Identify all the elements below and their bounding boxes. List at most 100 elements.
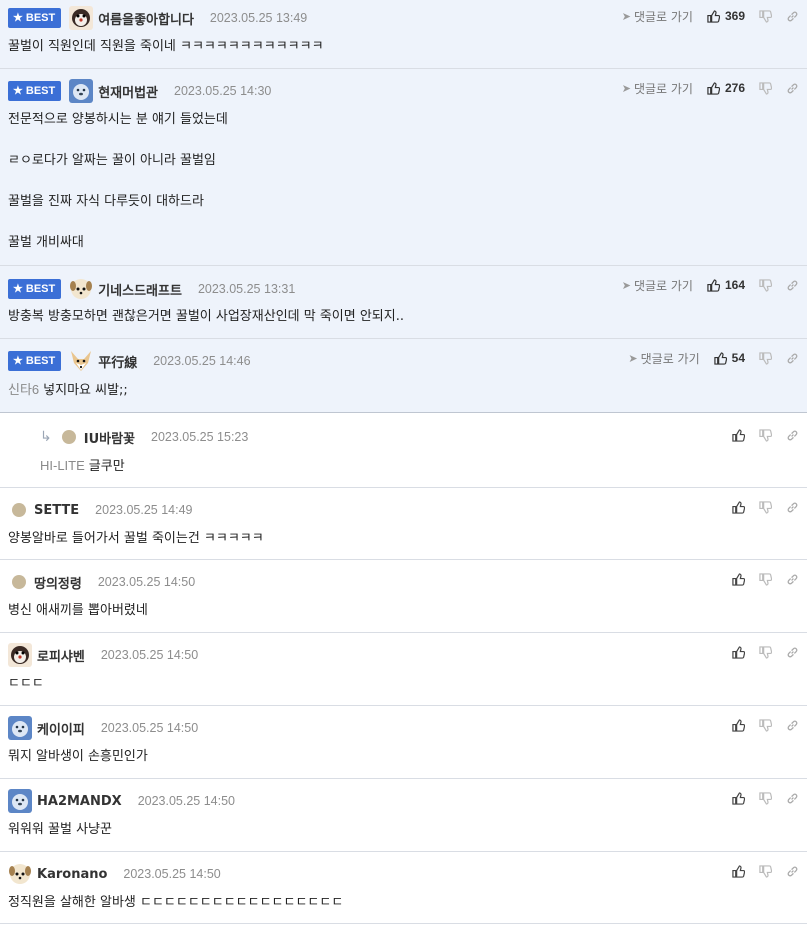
- timestamp: 2023.05.25 14:50: [97, 575, 196, 589]
- timestamp: 2023.05.25 14:50: [100, 721, 199, 735]
- best-comment: ★ BEST 여름을좋아합니다 2023.05.25 13:49 ➤ 댓글로 가기 …: [0, 0, 807, 69]
- nickname[interactable]: 로피샤벤: [37, 646, 85, 665]
- nickname[interactable]: Karonano: [37, 867, 107, 882]
- avatar[interactable]: [61, 430, 76, 444]
- link-icon[interactable]: [786, 792, 799, 805]
- nickname[interactable]: 케이이피: [37, 719, 85, 738]
- reply-target[interactable]: 신타6: [8, 382, 39, 397]
- thumbs-up-icon: [713, 351, 727, 365]
- nickname[interactable]: 平行線: [98, 352, 137, 371]
- nickname[interactable]: SETTE: [34, 503, 79, 518]
- link-icon[interactable]: [786, 573, 799, 586]
- thumbs-down-icon[interactable]: [759, 278, 772, 292]
- thumbs-down-icon[interactable]: [759, 718, 772, 732]
- thumbs-up-icon[interactable]: [732, 645, 745, 659]
- link-icon[interactable]: [786, 279, 799, 292]
- avatar[interactable]: [12, 503, 26, 517]
- like-button[interactable]: 369: [707, 9, 745, 23]
- avatar[interactable]: [8, 643, 32, 667]
- comment-body: 정직원을 살해한 알바생 ㄷㄷㄷㄷㄷㄷㄷㄷㄷㄷㄷㄷㄷㄷㄷㄷㄷ: [8, 895, 344, 910]
- goto-comment-link[interactable]: ➤ 댓글로 가기: [628, 350, 699, 367]
- avatar[interactable]: [69, 349, 93, 373]
- star-icon: ★: [13, 355, 23, 367]
- avatar[interactable]: [8, 862, 32, 886]
- link-icon[interactable]: [786, 10, 799, 23]
- best-comment: ★ BEST 현재머법관 2023.05.25 14:30 ➤ 댓글로 가기 276…: [0, 69, 807, 266]
- timestamp: 2023.05.25 14:30: [174, 84, 272, 98]
- comment-body: 꿀벌이 직원인데 직원을 죽이네 ㅋㅋㅋㅋㅋㅋㅋㅋㅋㅋㅋㅋ: [8, 39, 324, 54]
- comment-body: ㄷㄷㄷ: [8, 676, 44, 691]
- thumbs-down-icon[interactable]: [759, 572, 772, 586]
- best-badge: ★ BEST: [8, 81, 62, 101]
- comment: 땅의정령 2023.05.25 14:50 병신 애새끼를 뽑아버렸네: [0, 560, 807, 633]
- like-button[interactable]: 164: [707, 278, 745, 292]
- comment-body: 전문적으로 양봉하시는 분 얘기 들었는데 ㄹㅇ로다가 알짜는 꿀이 아니라 꿀…: [8, 112, 228, 250]
- thumbs-up-icon[interactable]: [732, 428, 745, 442]
- thumbs-down-icon[interactable]: [759, 9, 772, 23]
- timestamp: 2023.05.25 14:50: [100, 648, 199, 662]
- reply-arrow-icon: ↳: [40, 429, 52, 445]
- divider: [0, 412, 807, 413]
- nickname[interactable]: IU바람꽃: [84, 428, 135, 447]
- best-badge: ★ BEST: [8, 8, 62, 28]
- link-icon[interactable]: [786, 352, 799, 365]
- thumbs-down-icon[interactable]: [759, 791, 772, 805]
- star-icon: ★: [13, 12, 23, 24]
- link-icon[interactable]: [786, 429, 799, 442]
- nickname[interactable]: 기네스드래프트: [98, 280, 182, 299]
- avatar[interactable]: [69, 6, 94, 30]
- link-icon[interactable]: [786, 82, 799, 95]
- link-icon[interactable]: [786, 646, 799, 659]
- avatar[interactable]: [69, 277, 93, 301]
- comment: 케이이피 2023.05.25 14:50 뭐지 알바생이 손흥민인가: [0, 706, 807, 779]
- best-badge: ★ BEST: [8, 279, 62, 299]
- thumbs-up-icon: [707, 81, 720, 95]
- avatar[interactable]: [8, 789, 32, 813]
- link-icon[interactable]: [786, 501, 799, 514]
- link-icon[interactable]: [786, 865, 799, 878]
- thumbs-down-icon[interactable]: [759, 864, 772, 878]
- comment-body: 병신 애새끼를 뽑아버렸네: [8, 603, 148, 618]
- comment-body: 양봉알바로 들어가서 꿀벌 죽이는건 ㅋㅋㅋㅋㅋ: [8, 531, 264, 546]
- send-arrow-icon: ➤: [628, 351, 638, 365]
- thumbs-up-icon: [707, 278, 720, 292]
- nickname[interactable]: HA2MANDX: [37, 794, 122, 809]
- comment-body: HI-LITE 글쿠만: [40, 458, 125, 474]
- nickname[interactable]: 여름을좋아합니다: [98, 9, 194, 28]
- goto-comment-link[interactable]: ➤ 댓글로 가기: [622, 8, 693, 25]
- best-comment: ★ BEST 기네스드래프트 2023.05.25 13:31 ➤ 댓글로 가기 1…: [0, 266, 807, 339]
- comment: SETTE 2023.05.25 14:49 양봉알바로 들어가서 꿀벌 죽이는…: [0, 488, 807, 560]
- timestamp: 2023.05.25 14:49: [95, 503, 193, 517]
- goto-comment-link[interactable]: ➤ 댓글로 가기: [622, 277, 693, 294]
- thumbs-up-icon[interactable]: [732, 500, 745, 514]
- best-badge: ★ BEST: [8, 351, 62, 371]
- thumbs-down-icon[interactable]: [759, 81, 772, 95]
- comment-body: 방충복 방충모하면 괜찮은거면 꿀벌이 사업장재산인데 막 죽이면 안되지..: [8, 309, 404, 324]
- timestamp: 2023.05.25 13:31: [197, 282, 296, 296]
- link-icon[interactable]: [786, 719, 799, 732]
- thumbs-down-icon[interactable]: [759, 428, 772, 442]
- like-button[interactable]: 276: [707, 81, 745, 95]
- avatar[interactable]: [8, 716, 32, 740]
- reply-target[interactable]: HI-LITE: [40, 458, 85, 473]
- nickname[interactable]: 땅의정령: [34, 573, 82, 592]
- like-button[interactable]: 54: [713, 351, 745, 365]
- comment-body: 워워워 꿀벌 사냥꾼: [8, 822, 112, 837]
- thumbs-up-icon[interactable]: [732, 791, 745, 805]
- star-icon: ★: [13, 283, 23, 295]
- thumbs-down-icon[interactable]: [759, 500, 772, 514]
- goto-comment-link[interactable]: ➤ 댓글로 가기: [622, 80, 693, 97]
- thumbs-up-icon[interactable]: [732, 718, 745, 732]
- comment: Karonano 2023.05.25 14:50 정직원을 살해한 알바생 ㄷ…: [0, 852, 807, 924]
- reply-comment: ↳ IU바람꽃 2023.05.25 15:23 HI-LITE 글쿠만: [0, 414, 807, 488]
- thumbs-down-icon[interactable]: [759, 351, 772, 365]
- avatar[interactable]: [12, 575, 26, 589]
- thumbs-up-icon: [707, 9, 720, 23]
- thumbs-up-icon[interactable]: [732, 864, 745, 878]
- timestamp: 2023.05.25 14:50: [137, 794, 236, 808]
- avatar[interactable]: [69, 79, 94, 103]
- nickname[interactable]: 현재머법관: [98, 82, 158, 101]
- thumbs-down-icon[interactable]: [759, 645, 772, 659]
- thumbs-up-icon[interactable]: [732, 572, 745, 586]
- timestamp: 2023.05.25 14:46: [153, 354, 251, 368]
